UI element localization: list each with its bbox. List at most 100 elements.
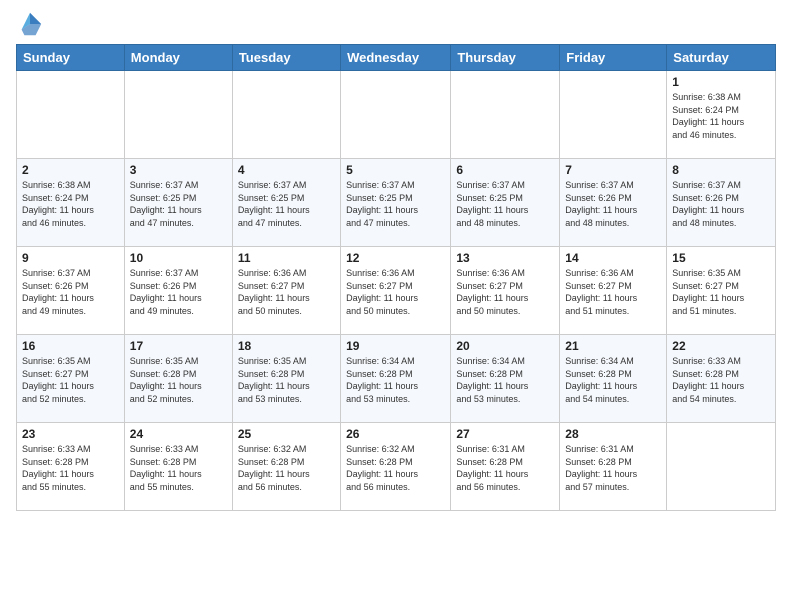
calendar-empty-cell [560, 71, 667, 159]
day-number: 20 [456, 339, 554, 353]
calendar-empty-cell [232, 71, 340, 159]
day-number: 13 [456, 251, 554, 265]
day-number: 23 [22, 427, 119, 441]
calendar-day-22: 22 Sunrise: 6:33 AM Sunset: 6:28 PM Dayli… [667, 335, 776, 423]
day-number: 16 [22, 339, 119, 353]
day-number: 12 [346, 251, 445, 265]
calendar-day-25: 25 Sunrise: 6:32 AM Sunset: 6:28 PM Dayli… [232, 423, 340, 511]
calendar-day-9: 9 Sunrise: 6:37 AM Sunset: 6:26 PM Daylig… [17, 247, 125, 335]
day-number: 27 [456, 427, 554, 441]
day-number: 11 [238, 251, 335, 265]
calendar-day-8: 8 Sunrise: 6:37 AM Sunset: 6:26 PM Daylig… [667, 159, 776, 247]
day-number: 28 [565, 427, 661, 441]
calendar-day-27: 27 Sunrise: 6:31 AM Sunset: 6:28 PM Dayli… [451, 423, 560, 511]
weekday-header-thursday: Thursday [451, 45, 560, 71]
day-info: Sunrise: 6:36 AM Sunset: 6:27 PM Dayligh… [238, 267, 335, 317]
calendar-day-24: 24 Sunrise: 6:33 AM Sunset: 6:28 PM Dayli… [124, 423, 232, 511]
day-number: 17 [130, 339, 227, 353]
day-info: Sunrise: 6:37 AM Sunset: 6:25 PM Dayligh… [238, 179, 335, 229]
day-number: 2 [22, 163, 119, 177]
day-info: Sunrise: 6:35 AM Sunset: 6:27 PM Dayligh… [22, 355, 119, 405]
day-info: Sunrise: 6:37 AM Sunset: 6:26 PM Dayligh… [130, 267, 227, 317]
day-info: Sunrise: 6:33 AM Sunset: 6:28 PM Dayligh… [672, 355, 770, 405]
calendar-week-row: 2 Sunrise: 6:38 AM Sunset: 6:24 PM Daylig… [17, 159, 776, 247]
weekday-header-monday: Monday [124, 45, 232, 71]
header [16, 10, 776, 38]
day-info: Sunrise: 6:31 AM Sunset: 6:28 PM Dayligh… [565, 443, 661, 493]
day-number: 1 [672, 75, 770, 89]
logo-icon [16, 10, 44, 38]
calendar-header-row: SundayMondayTuesdayWednesdayThursdayFrid… [17, 45, 776, 71]
calendar-day-17: 17Sunrise: 6:35 AM Sunset: 6:28 PM Dayli… [124, 335, 232, 423]
day-number: 4 [238, 163, 335, 177]
calendar-day-26: 26 Sunrise: 6:32 AM Sunset: 6:28 PM Dayli… [341, 423, 451, 511]
calendar-day-28: 28 Sunrise: 6:31 AM Sunset: 6:28 PM Dayli… [560, 423, 667, 511]
day-info: Sunrise: 6:31 AM Sunset: 6:28 PM Dayligh… [456, 443, 554, 493]
calendar-day-1: 1 Sunrise: 6:38 AM Sunset: 6:24 PM Daylig… [667, 71, 776, 159]
day-info: Sunrise: 6:33 AM Sunset: 6:28 PM Dayligh… [130, 443, 227, 493]
calendar-week-row: 23 Sunrise: 6:33 AM Sunset: 6:28 PM Dayli… [17, 423, 776, 511]
calendar-day-20: 20 Sunrise: 6:34 AM Sunset: 6:28 PM Dayli… [451, 335, 560, 423]
day-number: 26 [346, 427, 445, 441]
day-info: Sunrise: 6:38 AM Sunset: 6:24 PM Dayligh… [672, 91, 770, 141]
calendar-day-7: 7Sunrise: 6:37 AM Sunset: 6:26 PM Daylig… [560, 159, 667, 247]
weekday-header-wednesday: Wednesday [341, 45, 451, 71]
day-number: 24 [130, 427, 227, 441]
calendar-week-row: 1 Sunrise: 6:38 AM Sunset: 6:24 PM Daylig… [17, 71, 776, 159]
logo [16, 14, 46, 38]
page: SundayMondayTuesdayWednesdayThursdayFrid… [0, 0, 792, 527]
day-info: Sunrise: 6:37 AM Sunset: 6:26 PM Dayligh… [565, 179, 661, 229]
day-info: Sunrise: 6:36 AM Sunset: 6:27 PM Dayligh… [565, 267, 661, 317]
day-info: Sunrise: 6:37 AM Sunset: 6:25 PM Dayligh… [130, 179, 227, 229]
day-info: Sunrise: 6:37 AM Sunset: 6:25 PM Dayligh… [346, 179, 445, 229]
day-number: 14 [565, 251, 661, 265]
weekday-header-tuesday: Tuesday [232, 45, 340, 71]
day-info: Sunrise: 6:33 AM Sunset: 6:28 PM Dayligh… [22, 443, 119, 493]
day-number: 22 [672, 339, 770, 353]
calendar-week-row: 9 Sunrise: 6:37 AM Sunset: 6:26 PM Daylig… [17, 247, 776, 335]
calendar-day-4: 4 Sunrise: 6:37 AM Sunset: 6:25 PM Daylig… [232, 159, 340, 247]
weekday-header-saturday: Saturday [667, 45, 776, 71]
day-number: 19 [346, 339, 445, 353]
day-info: Sunrise: 6:35 AM Sunset: 6:27 PM Dayligh… [672, 267, 770, 317]
day-number: 25 [238, 427, 335, 441]
day-number: 21 [565, 339, 661, 353]
day-number: 15 [672, 251, 770, 265]
day-info: Sunrise: 6:38 AM Sunset: 6:24 PM Dayligh… [22, 179, 119, 229]
calendar-day-3: 3Sunrise: 6:37 AM Sunset: 6:25 PM Daylig… [124, 159, 232, 247]
day-number: 8 [672, 163, 770, 177]
weekday-header-friday: Friday [560, 45, 667, 71]
day-number: 18 [238, 339, 335, 353]
day-info: Sunrise: 6:32 AM Sunset: 6:28 PM Dayligh… [346, 443, 445, 493]
day-info: Sunrise: 6:37 AM Sunset: 6:25 PM Dayligh… [456, 179, 554, 229]
calendar-day-14: 14 Sunrise: 6:36 AM Sunset: 6:27 PM Dayli… [560, 247, 667, 335]
calendar-day-11: 11 Sunrise: 6:36 AM Sunset: 6:27 PM Dayli… [232, 247, 340, 335]
day-number: 10 [130, 251, 227, 265]
calendar-day-12: 12Sunrise: 6:36 AM Sunset: 6:27 PM Dayli… [341, 247, 451, 335]
day-info: Sunrise: 6:34 AM Sunset: 6:28 PM Dayligh… [565, 355, 661, 405]
calendar-day-16: 16 Sunrise: 6:35 AM Sunset: 6:27 PM Dayli… [17, 335, 125, 423]
calendar-day-19: 19 Sunrise: 6:34 AM Sunset: 6:28 PM Dayli… [341, 335, 451, 423]
calendar-day-5: 5 Sunrise: 6:37 AM Sunset: 6:25 PM Daylig… [341, 159, 451, 247]
calendar-day-18: 18 Sunrise: 6:35 AM Sunset: 6:28 PM Dayli… [232, 335, 340, 423]
day-info: Sunrise: 6:35 AM Sunset: 6:28 PM Dayligh… [238, 355, 335, 405]
day-info: Sunrise: 6:32 AM Sunset: 6:28 PM Dayligh… [238, 443, 335, 493]
calendar-day-21: 21 Sunrise: 6:34 AM Sunset: 6:28 PM Dayli… [560, 335, 667, 423]
calendar-day-13: 13 Sunrise: 6:36 AM Sunset: 6:27 PM Dayli… [451, 247, 560, 335]
day-info: Sunrise: 6:36 AM Sunset: 6:27 PM Dayligh… [456, 267, 554, 317]
calendar-day-2: 2 Sunrise: 6:38 AM Sunset: 6:24 PM Daylig… [17, 159, 125, 247]
day-number: 5 [346, 163, 445, 177]
calendar-empty-cell [341, 71, 451, 159]
calendar-day-23: 23 Sunrise: 6:33 AM Sunset: 6:28 PM Dayli… [17, 423, 125, 511]
calendar: SundayMondayTuesdayWednesdayThursdayFrid… [16, 44, 776, 511]
calendar-day-15: 15 Sunrise: 6:35 AM Sunset: 6:27 PM Dayli… [667, 247, 776, 335]
day-info: Sunrise: 6:37 AM Sunset: 6:26 PM Dayligh… [672, 179, 770, 229]
calendar-empty-cell [667, 423, 776, 511]
calendar-empty-cell [451, 71, 560, 159]
calendar-day-10: 10 Sunrise: 6:37 AM Sunset: 6:26 PM Dayli… [124, 247, 232, 335]
day-info: Sunrise: 6:37 AM Sunset: 6:26 PM Dayligh… [22, 267, 119, 317]
calendar-day-6: 6Sunrise: 6:37 AM Sunset: 6:25 PM Daylig… [451, 159, 560, 247]
day-info: Sunrise: 6:34 AM Sunset: 6:28 PM Dayligh… [456, 355, 554, 405]
day-number: 9 [22, 251, 119, 265]
day-info: Sunrise: 6:34 AM Sunset: 6:28 PM Dayligh… [346, 355, 445, 405]
